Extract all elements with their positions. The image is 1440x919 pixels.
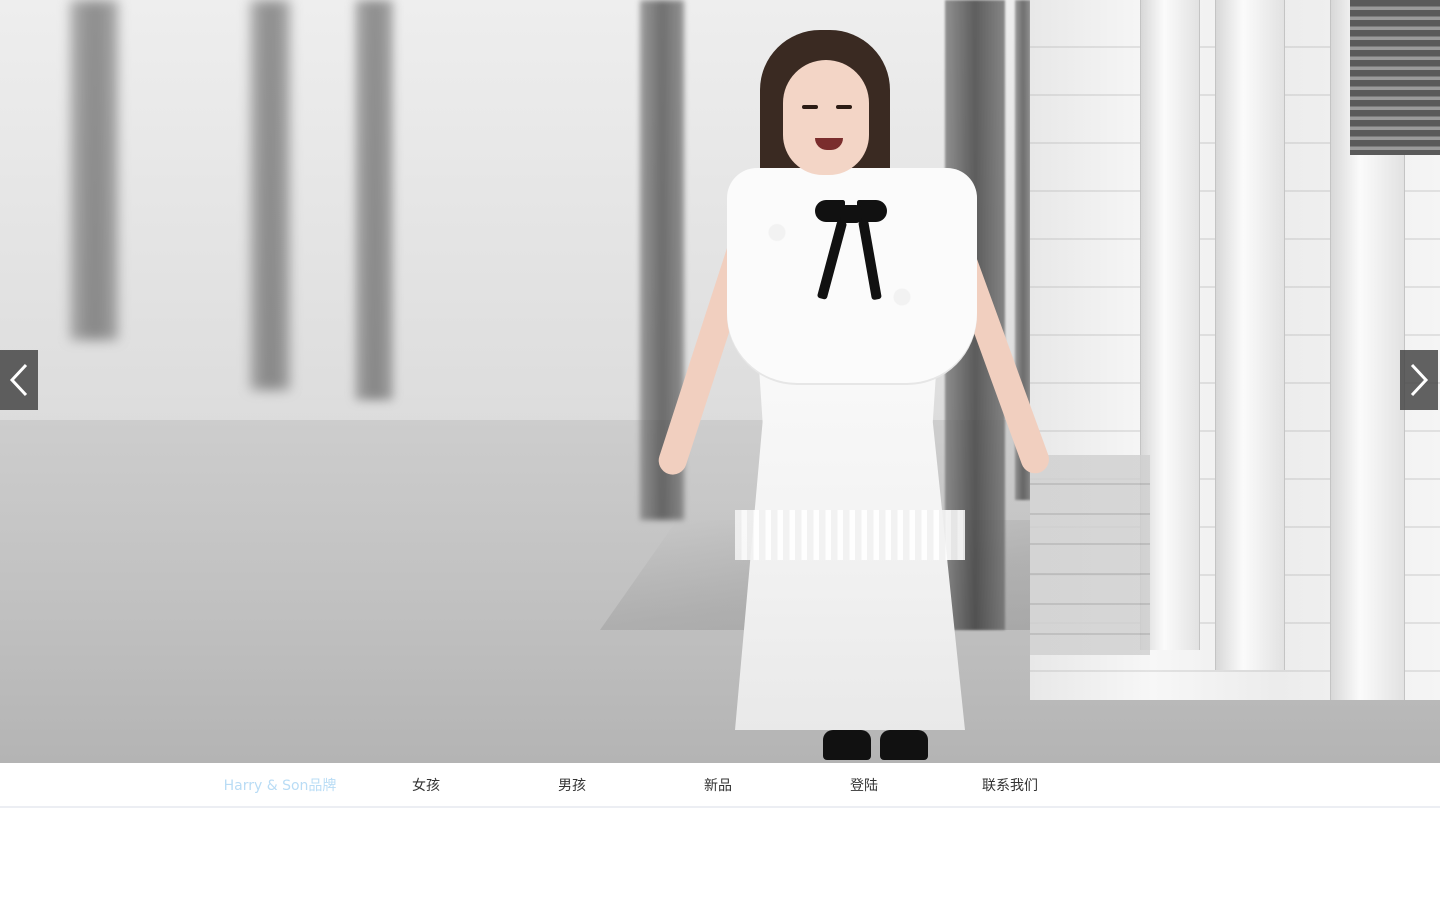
lace-band [735,510,965,560]
nav-item-login[interactable]: 登陆 [791,763,937,806]
hero-banner [0,0,1440,763]
building-column [1215,0,1285,670]
nav-list: Harry & Son品牌 女孩 男孩 新品 登陆 联系我们 [207,763,1083,806]
nav-item-brand[interactable]: Harry & Son品牌 [207,763,353,806]
eye [802,105,818,109]
nav-item-girls[interactable]: 女孩 [353,763,499,806]
nav-item-boys[interactable]: 男孩 [499,763,645,806]
shoe [880,730,928,760]
nav-item-new[interactable]: 新品 [645,763,791,806]
black-bow [840,205,862,223]
hero-model-girl [655,30,1053,763]
building-steps [1030,455,1150,655]
lace-collar [727,168,977,383]
chevron-right-icon [1410,363,1429,397]
main-nav: Harry & Son品牌 女孩 男孩 新品 登陆 联系我们 [0,763,1440,808]
window-shutter [1350,0,1440,155]
eye [836,105,852,109]
nav-item-contact[interactable]: 联系我们 [937,763,1083,806]
background-pillar [355,0,393,400]
slider-next-button[interactable] [1400,350,1438,410]
face [783,60,869,175]
background-pillar [70,0,118,340]
chevron-left-icon [9,363,28,397]
background-pillar [250,0,290,390]
shoe [823,730,871,760]
slider-prev-button[interactable] [0,350,38,410]
